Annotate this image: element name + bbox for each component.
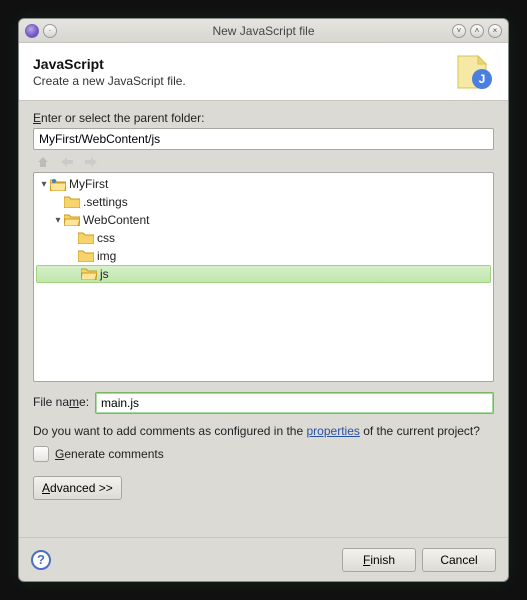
dialog-footer: ? Finish Cancel (19, 537, 508, 581)
parent-folder-input[interactable] (33, 128, 494, 150)
tree-item-img[interactable]: ▸ img (34, 247, 493, 265)
help-icon[interactable]: ? (31, 550, 51, 570)
tree-label: js (100, 267, 109, 281)
tree-item-webcontent[interactable]: ▾ WebContent (34, 211, 493, 229)
finish-button[interactable]: Finish (342, 548, 416, 572)
expand-icon[interactable]: ▾ (38, 179, 50, 190)
folder-tree[interactable]: ▾ MyFirst ▸ (33, 172, 494, 382)
wizard-description: Create a new JavaScript file. (33, 74, 186, 88)
tree-label: MyFirst (69, 177, 108, 191)
back-icon[interactable] (59, 154, 75, 170)
expand-icon[interactable]: ▾ (52, 215, 64, 226)
close-button[interactable]: × (488, 24, 502, 38)
tree-item-css[interactable]: ▸ css (34, 229, 493, 247)
forward-icon[interactable] (83, 154, 99, 170)
tree-label: WebContent (83, 213, 150, 227)
cancel-button[interactable]: Cancel (422, 548, 496, 572)
minimize-button[interactable]: ˅ (452, 24, 466, 38)
folder-icon (64, 195, 80, 209)
dialog-window: · New JavaScript file ˅ ˄ × JavaScript C… (18, 18, 509, 582)
sticky-button[interactable]: · (43, 24, 57, 38)
titlebar: · New JavaScript file ˅ ˄ × (19, 19, 508, 43)
svg-text:J: J (479, 72, 486, 86)
tree-label: img (97, 249, 116, 263)
app-icon (25, 24, 39, 38)
generate-comments-label: Generate comments (55, 447, 164, 461)
filename-input[interactable] (95, 392, 494, 414)
wizard-banner: JavaScript Create a new JavaScript file.… (19, 43, 508, 101)
properties-link[interactable]: properties (307, 424, 360, 438)
folder-open-icon (64, 213, 80, 227)
generate-comments-checkbox[interactable] (33, 446, 49, 462)
home-icon[interactable] (35, 154, 51, 170)
parent-folder-label: Enter or select the parent folder: (33, 111, 494, 125)
folder-open-icon (81, 267, 97, 281)
maximize-button[interactable]: ˄ (470, 24, 484, 38)
advanced-button[interactable]: Advanced >> (33, 476, 122, 500)
folder-icon (78, 231, 94, 245)
wizard-title: JavaScript (33, 56, 186, 72)
window-title: New JavaScript file (19, 24, 508, 38)
tree-navbar (33, 150, 494, 172)
filename-label: File name: (33, 395, 89, 409)
folder-icon (78, 249, 94, 263)
comments-hint: Do you want to add comments as configure… (33, 424, 494, 438)
project-folder-icon (50, 177, 66, 191)
tree-label: css (97, 231, 115, 245)
tree-item-project[interactable]: ▾ MyFirst (34, 175, 493, 193)
tree-item-settings[interactable]: ▸ .settings (34, 193, 493, 211)
tree-label: .settings (83, 195, 128, 209)
javascript-file-icon: J (452, 51, 494, 93)
tree-item-js[interactable]: ▸ js (36, 265, 491, 283)
